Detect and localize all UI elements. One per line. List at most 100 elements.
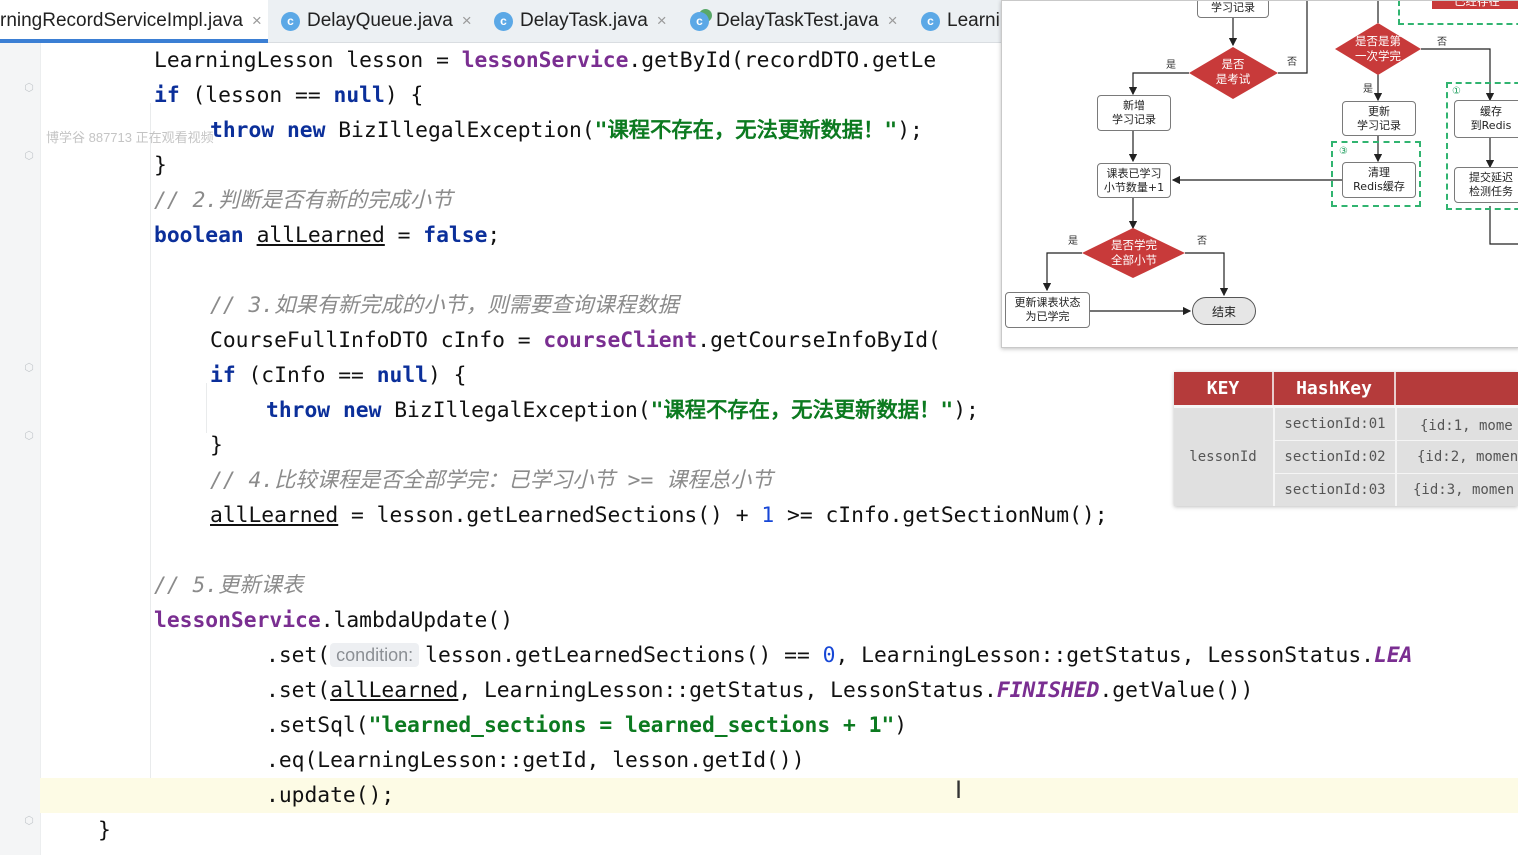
table-header-value: H <box>1396 372 1518 405</box>
code-line[interactable]: // 5.更新课表 <box>40 568 1518 603</box>
label-no: 否 <box>1287 57 1297 68</box>
code-line[interactable]: .setSql("learned_sections = learned_sect… <box>40 708 1518 743</box>
code-token: (cInfo == <box>235 363 377 388</box>
flow-node-is-first-finish: 是否是第 一次学完 <box>1355 34 1401 63</box>
marker-one: ① <box>1452 86 1461 97</box>
close-icon[interactable]: × <box>888 11 898 31</box>
flow-node-update-status: 更新课表状态 为已学完 <box>1005 292 1090 328</box>
close-icon[interactable]: × <box>657 11 667 31</box>
flow-node-lesson-count: 课表已学习 小节数量+1 <box>1097 163 1171 198</box>
code-line[interactable] <box>40 533 1518 568</box>
flow-node-cache-redis: 缓存 到Redis <box>1454 100 1518 138</box>
test-class-icon: c <box>690 11 709 31</box>
code-token: ) { <box>428 363 467 388</box>
text-cursor-icon: I <box>955 776 963 804</box>
tab-delay-task[interactable]: c DelayTask.java × <box>494 0 674 42</box>
code-token: (lesson == <box>179 83 334 108</box>
code-token: .getById(recordDTO.getLe <box>628 48 937 73</box>
code-token: .set( <box>266 643 331 668</box>
code-token: lessonService <box>461 48 629 73</box>
code-token: lesson.getLearnedSections() == <box>425 643 823 668</box>
table-cell-hashkey: sectionId:02 <box>1284 449 1386 465</box>
flow-node-end: 结束 <box>1192 297 1256 325</box>
code-token: // 4.比较课程是否全部学完：已学习小节 >= 课程总小节 <box>210 468 773 493</box>
code-line[interactable]: .set(condition: lesson.getLearnedSections… <box>40 638 1518 673</box>
code-token: .getValue()) <box>1099 678 1254 703</box>
flow-node-add-record: 新增 学习记录 <box>1097 95 1171 131</box>
code-token: if <box>154 83 180 108</box>
fold-marker-icon[interactable]: ⬡ <box>22 814 36 828</box>
code-token: 1 <box>761 503 775 528</box>
code-token: , LearningLesson::getStatus, LessonStatu… <box>835 643 1375 668</box>
table-cell-key: lessonId <box>1189 449 1257 465</box>
code-token: if <box>210 363 236 388</box>
code-token: .lambdaUpdate() <box>320 608 514 633</box>
code-token: = <box>384 223 424 248</box>
code-token: false <box>423 223 488 248</box>
fold-marker-icon[interactable]: ⬡ <box>22 81 36 95</box>
code-token: BizIllegalException( <box>381 398 651 423</box>
code-token: new <box>286 118 326 143</box>
fold-marker-icon[interactable]: ⬡ <box>22 149 36 163</box>
code-token: CourseFullInfoDTO cInfo = <box>210 328 544 353</box>
label-yes: 是 <box>1068 236 1078 247</box>
code-token: = lesson.getLearnedSections() + <box>338 503 762 528</box>
code-token: // 3.如果有新完成的小节，则需要查询课程数据 <box>210 293 679 318</box>
code-line[interactable]: .set(allLearned, LearningLesson::getStat… <box>40 673 1518 708</box>
marker-three: ③ <box>1339 146 1348 157</box>
tab-learning-record-service-impl[interactable]: rningRecordServiceImpl.java × <box>0 0 268 43</box>
label-no: 否 <box>1197 236 1207 247</box>
tab-label: rningRecordServiceImpl.java <box>0 10 243 31</box>
tab-label: DelayTask.java <box>520 10 648 31</box>
code-token: throw <box>210 118 275 143</box>
code-token: } <box>210 433 223 458</box>
tab-delay-task-test[interactable]: c DelayTaskTest.java × <box>690 0 908 42</box>
flowchart-overlay: 学习记录 是否 是考试 新增 学习记录 是否是第 一次学完 更新 学习记录 ③ … <box>1001 0 1518 348</box>
code-token: ); <box>897 118 923 143</box>
video-watermark: 博学谷 887713 正在观看视频 <box>46 130 214 145</box>
editor-gutter: ⬡ ⬡ ⬡ ⬡ ⬡ <box>0 43 41 855</box>
code-token: , LearningLesson::getStatus, LessonStatu… <box>458 678 997 703</box>
fold-marker-icon[interactable]: ⬡ <box>22 361 36 375</box>
tab-label: DelayQueue.java <box>307 10 453 31</box>
code-token: null <box>333 83 385 108</box>
code-token: allLearned <box>256 223 385 248</box>
close-icon[interactable]: × <box>252 11 262 31</box>
tab-delay-queue[interactable]: c DelayQueue.java × <box>281 0 481 42</box>
table-cell-hashkey: sectionId:01 <box>1284 416 1386 432</box>
label-yes: 是 <box>1166 60 1176 71</box>
tab-learning-partial[interactable]: c Learni <box>921 0 1011 42</box>
code-token: } <box>154 153 167 178</box>
code-line[interactable]: lessonService.lambdaUpdate() <box>40 603 1518 638</box>
code-line[interactable]: .update(); <box>40 778 1518 813</box>
code-token: ); <box>953 398 979 423</box>
code-token: .setSql( <box>266 713 369 738</box>
code-token: ) { <box>384 83 424 108</box>
code-token: LearningLesson lesson = <box>154 48 462 73</box>
code-token: .eq(LearningLesson::getId, lesson.getId(… <box>266 748 805 773</box>
redis-hash-table: KEY HashKey H lessonId sectionId:01 sect… <box>1174 372 1518 506</box>
fold-marker-icon[interactable]: ⬡ <box>22 429 36 443</box>
code-token: throw <box>266 398 331 423</box>
flow-node-update-record: 更新 学习记录 <box>1342 101 1416 136</box>
flow-node-is-exam: 是否 是考试 <box>1215 57 1251 86</box>
code-token: ; <box>487 223 501 248</box>
flow-node-submit-delay-task: 提交延迟 检测任务 <box>1454 167 1518 203</box>
code-token: // 2.判断是否有新的完成小节 <box>154 188 453 213</box>
code-token: lessonService <box>154 608 321 633</box>
code-token: .getCourseInfoById( <box>697 328 941 353</box>
code-line[interactable]: } <box>40 813 1518 848</box>
code-token: ) <box>894 713 908 738</box>
code-token: allLearned <box>330 678 459 703</box>
code-token: .set( <box>266 678 331 703</box>
code-token: .update(); <box>266 783 395 808</box>
close-icon[interactable]: × <box>462 11 472 31</box>
code-line[interactable]: .eq(LearningLesson::getId, lesson.getId(… <box>40 743 1518 778</box>
code-token: "learned_sections = learned_sections + 1… <box>368 713 895 738</box>
code-token: courseClient <box>543 328 698 353</box>
table-cell-value: {id:1, mome <box>1420 418 1513 434</box>
code-token: "课程不存在，无法更新数据！" <box>650 398 954 423</box>
